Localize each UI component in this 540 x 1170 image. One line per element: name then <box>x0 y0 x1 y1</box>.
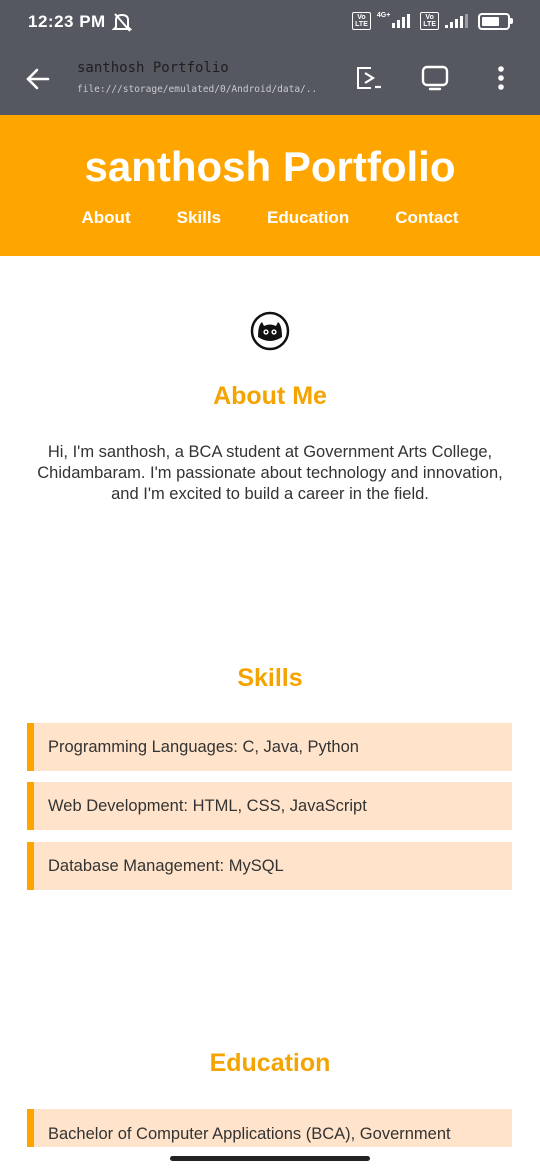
site-title: santhosh Portfolio <box>84 143 456 190</box>
volte-sim2-icon: Vo LTE <box>420 12 439 30</box>
battery-icon <box>478 12 513 30</box>
home-indicator[interactable] <box>170 1156 370 1161</box>
signal-sim2-icon <box>445 14 468 28</box>
about-text: Hi, I'm santhosh, a BCA student at Gover… <box>37 443 503 503</box>
nav-link-education[interactable]: Education <box>267 208 349 228</box>
skill-item: Web Development: HTML, CSS, JavaScript <box>27 782 512 830</box>
more-options-icon[interactable] <box>485 62 517 94</box>
skill-item: Database Management: MySQL <box>27 842 512 890</box>
status-time: 12:23 PM <box>28 12 106 31</box>
nav-link-contact[interactable]: Contact <box>395 208 458 228</box>
browser-toolbar: santhosh Portfolio file:///storage/emula… <box>0 46 540 115</box>
page-url: file:///storage/emulated/0/Android/data/… <box>77 84 317 95</box>
page-title: santhosh Portfolio <box>77 60 229 76</box>
tabs-icon[interactable] <box>419 62 451 94</box>
skills-heading: Skills <box>237 664 303 692</box>
nav-link-about[interactable]: About <box>82 208 131 228</box>
volte-sim1-icon: Vo LTE <box>352 12 371 30</box>
nav-link-skills[interactable]: Skills <box>177 208 221 228</box>
status-bar: 12:23 PM Vo LTE 4G+ Vo LTE <box>0 0 540 46</box>
bell-muted-icon <box>111 11 133 38</box>
skill-item: Programming Languages: C, Java, Python <box>27 723 512 771</box>
about-heading: About Me <box>213 382 327 410</box>
network-type: 4G+ <box>376 11 391 19</box>
site-nav: About Skills Education Contact <box>0 208 540 228</box>
site-header: santhosh Portfolio About Skills Educatio… <box>0 115 540 256</box>
signal-sim1-icon <box>392 14 411 28</box>
back-arrow-icon[interactable] <box>22 63 54 95</box>
education-heading: Education <box>209 1049 331 1077</box>
cat-avatar-icon <box>250 311 290 351</box>
status-icons: Vo LTE 4G+ Vo LTE <box>352 11 513 30</box>
open-in-browser-icon[interactable] <box>353 62 385 94</box>
